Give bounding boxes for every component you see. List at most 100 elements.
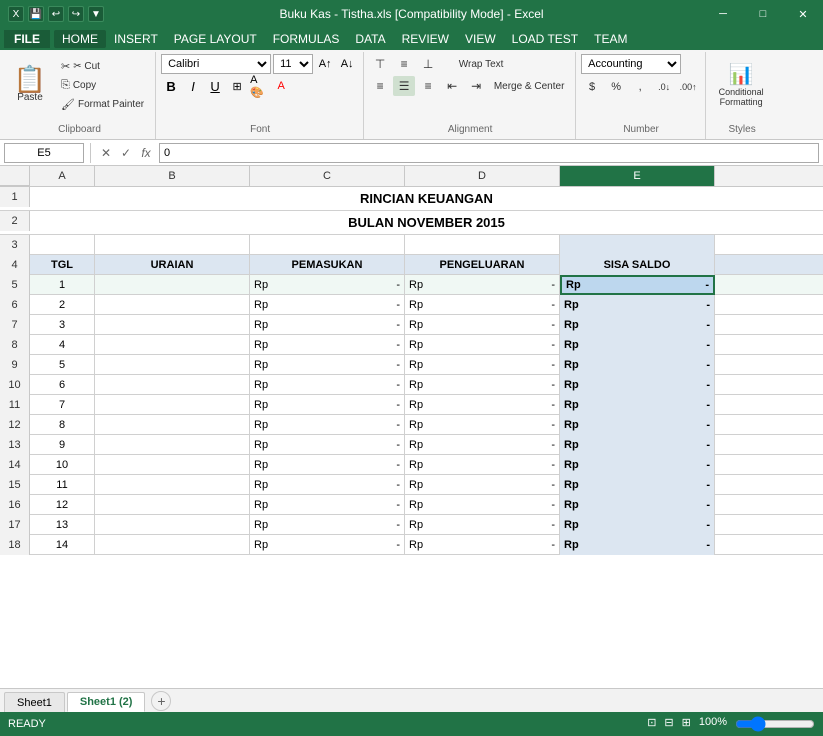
sheet-cell[interactable] [560, 235, 715, 255]
normal-view-icon[interactable]: ⊡ [647, 716, 656, 732]
sheet-cell[interactable]: Rp- [250, 335, 405, 355]
sheet-cell[interactable]: Rp- [560, 535, 715, 555]
sheet-cell[interactable]: Rp- [405, 275, 560, 295]
sheet-cell[interactable]: Rp- [250, 435, 405, 455]
sheet-cell[interactable]: Rp- [405, 355, 560, 375]
sheet-cell[interactable]: Rp- [560, 435, 715, 455]
wrap-text-button[interactable]: Wrap Text [441, 54, 521, 74]
sheet-cell[interactable]: TGL [30, 255, 95, 275]
sheet-cell[interactable]: Rp- [405, 335, 560, 355]
file-menu-button[interactable]: FILE [4, 30, 50, 48]
sheet-cell[interactable]: 7 [30, 395, 95, 415]
sheet-cell[interactable]: Rp- [405, 435, 560, 455]
comma-button[interactable]: , [629, 77, 651, 97]
decrease-indent-button[interactable]: ⇤ [441, 76, 463, 96]
sheet-cell[interactable]: Rp- [405, 415, 560, 435]
zoom-slider[interactable] [735, 716, 815, 732]
fill-color-button[interactable]: A🎨 [249, 76, 269, 96]
title-row2[interactable]: BULAN NOVEMBER 2015 [30, 211, 823, 234]
underline-button[interactable]: U [205, 76, 225, 96]
sheet-cell[interactable]: Rp- [250, 515, 405, 535]
cut-button[interactable]: ✂ ✂ Cut [56, 57, 149, 75]
sheet-cell[interactable] [30, 235, 95, 255]
sheet-cell[interactable]: Rp- [560, 295, 715, 315]
menu-load-test[interactable]: LOAD TEST [504, 30, 586, 48]
sheet-cell[interactable]: Rp- [405, 475, 560, 495]
sheet-cell[interactable] [95, 495, 250, 515]
merge-center-button[interactable]: Merge & Center [489, 76, 569, 96]
sheet-cell[interactable]: Rp- [250, 275, 405, 295]
align-top-button[interactable]: ⊤ [369, 54, 391, 74]
col-header-b[interactable]: B [95, 166, 250, 186]
sheet-cell[interactable]: Rp- [560, 415, 715, 435]
sheet-cell[interactable]: 9 [30, 435, 95, 455]
menu-insert[interactable]: INSERT [106, 30, 166, 48]
sheet-tab-1[interactable]: Sheet1 [4, 692, 65, 712]
sheet-cell[interactable]: Rp- [405, 395, 560, 415]
minimize-button[interactable]: ─ [703, 0, 743, 28]
italic-button[interactable]: I [183, 76, 203, 96]
undo-icon[interactable]: ↩ [48, 6, 64, 22]
sheet-cell[interactable]: 13 [30, 515, 95, 535]
decrease-font-button[interactable]: A↓ [337, 54, 357, 74]
font-name-select[interactable]: Calibri [161, 54, 271, 74]
sheet-cell[interactable]: Rp- [250, 455, 405, 475]
col-header-e[interactable]: E [560, 166, 715, 186]
align-center-button[interactable]: ☰ [393, 76, 415, 96]
sheet-cell[interactable]: Rp- [250, 495, 405, 515]
add-sheet-button[interactable]: + [151, 691, 171, 711]
sheet-cell[interactable] [95, 335, 250, 355]
increase-font-button[interactable]: A↑ [315, 54, 335, 74]
sheet-cell[interactable]: Rp- [250, 535, 405, 555]
menu-page-layout[interactable]: PAGE LAYOUT [166, 30, 265, 48]
sheet-cell[interactable]: Rp- [560, 375, 715, 395]
sheet-cell[interactable] [95, 235, 250, 255]
sheet-cell[interactable]: URAIAN [95, 255, 250, 275]
sheet-cell[interactable]: Rp- [405, 295, 560, 315]
sheet-cell[interactable]: PEMASUKAN [250, 255, 405, 275]
menu-review[interactable]: REVIEW [394, 30, 457, 48]
sheet-cell[interactable] [95, 315, 250, 335]
title-row1[interactable]: RINCIAN KEUANGAN [30, 187, 823, 210]
sheet-cell[interactable]: 12 [30, 495, 95, 515]
copy-button[interactable]: ⎘ Copy [56, 76, 149, 94]
col-header-d[interactable]: D [405, 166, 560, 186]
sheet-cell[interactable] [95, 275, 250, 295]
sheet-cell[interactable]: Rp- [560, 335, 715, 355]
col-header-a[interactable]: A [30, 166, 95, 186]
increase-indent-button[interactable]: ⇥ [465, 76, 487, 96]
align-bottom-button[interactable]: ⊥ [417, 54, 439, 74]
sheet-cell[interactable]: Rp- [560, 495, 715, 515]
sheet-cell[interactable]: Rp- [405, 515, 560, 535]
sheet-cell[interactable]: 4 [30, 335, 95, 355]
percent-button[interactable]: % [605, 77, 627, 97]
close-button[interactable]: ✕ [783, 0, 823, 28]
border-button[interactable]: ⊞ [227, 76, 247, 96]
sheet-cell[interactable]: 10 [30, 455, 95, 475]
col-header-c[interactable]: C [250, 166, 405, 186]
sheet-cell[interactable] [250, 235, 405, 255]
sheet-cell[interactable]: 3 [30, 315, 95, 335]
confirm-formula-button[interactable]: ✓ [117, 144, 135, 162]
sheet-cell[interactable]: Rp- [405, 315, 560, 335]
align-right-button[interactable]: ≡ [417, 76, 439, 96]
menu-team[interactable]: TEAM [586, 30, 635, 48]
increase-decimal-button[interactable]: .00↑ [677, 77, 699, 97]
sheet-cell[interactable]: Rp- [560, 455, 715, 475]
sheet-cell[interactable] [95, 295, 250, 315]
sheet-tab-2[interactable]: Sheet1 (2) [67, 692, 146, 712]
sheet-cell[interactable]: 1 [30, 275, 95, 295]
number-format-select[interactable]: Accounting General Number Currency [581, 54, 681, 74]
sheet-cell[interactable]: Rp- [250, 475, 405, 495]
sheet-cell[interactable]: Rp- [560, 515, 715, 535]
sheet-cell[interactable]: 6 [30, 375, 95, 395]
sheet-cell[interactable]: Rp- [405, 375, 560, 395]
sheet-cell[interactable]: Rp- [250, 375, 405, 395]
sheet-cell[interactable] [95, 355, 250, 375]
sheet-cell[interactable] [95, 535, 250, 555]
sheet-cell[interactable]: 5 [30, 355, 95, 375]
menu-data[interactable]: DATA [347, 30, 393, 48]
sheet-cell[interactable] [95, 395, 250, 415]
insert-function-button[interactable]: fx [137, 144, 155, 162]
sheet-cell[interactable]: Rp- [250, 295, 405, 315]
